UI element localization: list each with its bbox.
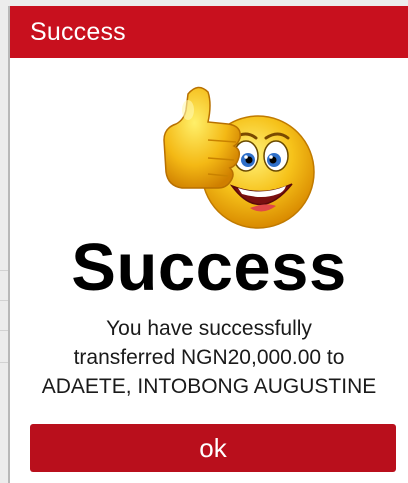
background-divider [0, 362, 8, 363]
ok-button-label: ok [199, 432, 227, 463]
dialog-title: Success [30, 17, 126, 46]
success-dialog: Success Success You have successfully tr… [8, 6, 408, 483]
ok-button[interactable]: ok [30, 424, 396, 472]
message-line: ADAETE, INTOBONG AUGUSTINE [41, 375, 377, 398]
message-line: You have successfully [106, 317, 312, 340]
dialog-header: Success [10, 6, 408, 58]
message-line: transferred NGN20,000.00 to [73, 346, 345, 369]
background-divider [0, 300, 8, 301]
transfer-message: You have successfully transferred NGN20,… [20, 314, 398, 401]
success-heading: Success [71, 230, 347, 305]
background-divider [0, 270, 8, 271]
thumbs-up-smiley-icon [158, 74, 318, 244]
background-divider [0, 330, 8, 331]
